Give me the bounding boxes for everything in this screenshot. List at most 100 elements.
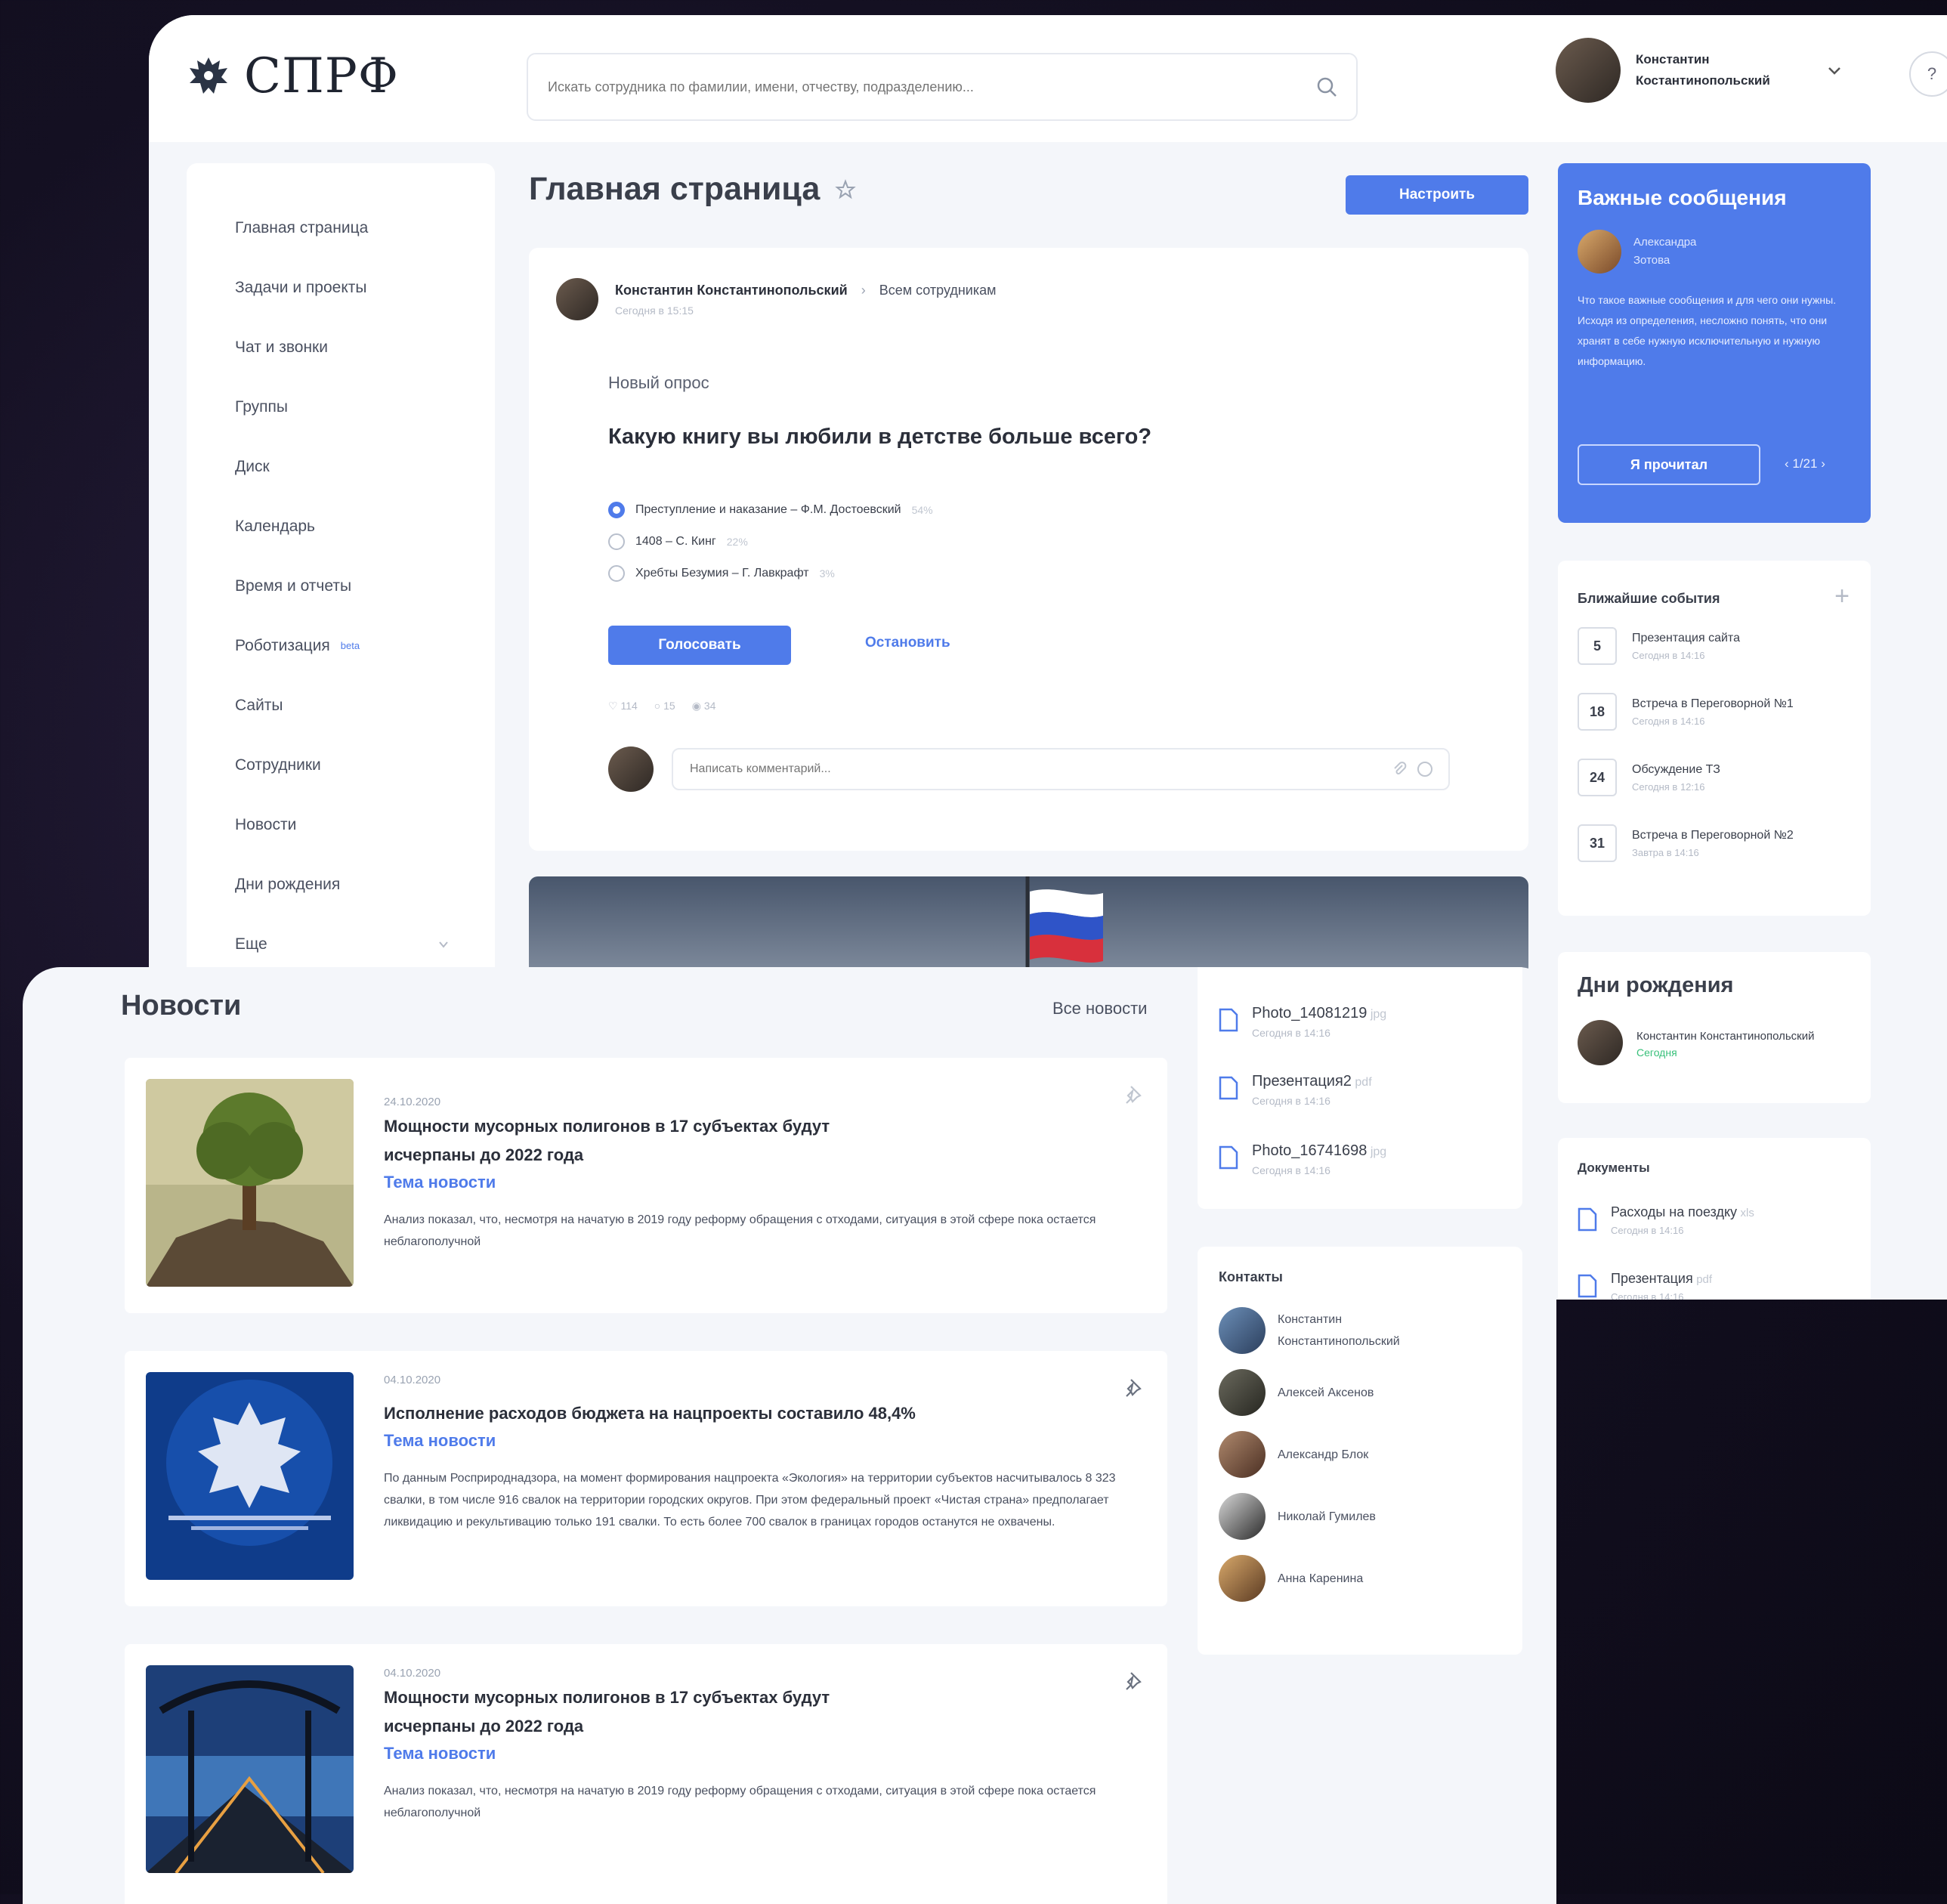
news-headline[interactable]: Мощности мусорных полигонов в 17 субъект… [384, 1683, 898, 1741]
news-image-bridge[interactable] [146, 1665, 354, 1873]
pin-icon[interactable] [1122, 1083, 1146, 1108]
important-pager[interactable]: ‹ 1/21 › [1785, 456, 1825, 471]
news-image-emblem[interactable] [146, 1372, 354, 1580]
chevron-down-icon[interactable] [1825, 60, 1844, 80]
news-item[interactable]: 04.10.2020 Исполнение расходов бюджета н… [125, 1351, 1167, 1606]
all-news-link[interactable]: Все новости [1052, 999, 1147, 1018]
comment-input[interactable] [688, 762, 1391, 777]
star-icon[interactable] [835, 178, 857, 200]
document-time: Сегодня в 14:16 [1611, 1291, 1684, 1300]
sidebar-item-time-reports[interactable]: Время и отчеты [187, 556, 495, 616]
sidebar-item-news[interactable]: Новости [187, 795, 495, 855]
logo[interactable]: СПРФ [185, 48, 399, 104]
file-name: Photo_16741698 [1252, 1142, 1368, 1159]
radio-selected[interactable] [608, 502, 625, 518]
sidebar-item-sites[interactable]: Сайты [187, 675, 495, 735]
poll-option[interactable]: Хребты Безумия – Г. Лавкрафт 3% [608, 558, 933, 589]
likes-count: 114 [620, 700, 638, 712]
document-item[interactable]: Презентация pdf Сегодня в 14:16 [1578, 1271, 1712, 1300]
news-topic[interactable]: Тема новости [384, 1744, 496, 1763]
news-item[interactable]: 24.10.2020 Мощности мусорных полигонов в… [125, 1058, 1167, 1313]
contact-item[interactable]: Анна Каренина [1219, 1555, 1376, 1602]
document-name: Расходы на поездку [1611, 1204, 1738, 1219]
my-avatar [608, 746, 654, 792]
contact-item[interactable]: Константин Константинопольский [1219, 1307, 1451, 1354]
news-topic[interactable]: Тема новости [384, 1173, 496, 1192]
contact-item[interactable]: Алексей Аксенов [1219, 1369, 1376, 1416]
poll-option[interactable]: 1408 – С. Кинг 22% [608, 526, 933, 558]
poll-option-percent: 22% [726, 536, 748, 548]
page-title-text: Главная страница [529, 171, 821, 207]
important-body: Что такое важные сообщения и для чего он… [1578, 294, 1837, 367]
event-day: 5 [1578, 627, 1617, 665]
sidebar-item-chat[interactable]: Чат и звонки [187, 317, 495, 377]
add-icon[interactable]: + [1834, 582, 1850, 611]
important-messages-card: Важные сообщения Александра Зотова Что т… [1558, 163, 1871, 523]
news-image-tree[interactable] [146, 1079, 354, 1287]
news-topic[interactable]: Тема новости [384, 1431, 496, 1451]
sidebar-item-home[interactable]: Главная страница [187, 198, 495, 258]
help-icon[interactable]: ? [1909, 51, 1947, 97]
chevron-right-icon: › [861, 282, 866, 298]
upcoming-events-card: Ближайшие события + 5 Презентация сайта Се… [1558, 561, 1871, 916]
event-item[interactable]: 31 Встреча в Переговорной №2 Завтра в 14:1… [1578, 824, 1794, 862]
emoji-icon[interactable] [1417, 761, 1433, 777]
sidebar-item-label: Новости [235, 815, 297, 833]
sidebar-item-groups[interactable]: Группы [187, 377, 495, 437]
radio[interactable] [608, 533, 625, 550]
user-name: Константин Костантинопольский [1636, 52, 1770, 88]
sidebar-item-label: Сотрудники [235, 756, 321, 774]
poll-option-percent: 54% [911, 504, 933, 516]
sidebar-item-robotization[interactable]: Роботизация beta [187, 616, 495, 675]
user-avatar[interactable] [1556, 38, 1621, 103]
beta-badge: beta [340, 640, 360, 651]
sidebar-item-tasks[interactable]: Задачи и проекты [187, 258, 495, 317]
post-time: Сегодня в 15:15 [615, 304, 694, 317]
post-author[interactable]: Константин Константинопольский [615, 283, 848, 298]
sidebar-item-disk[interactable]: Диск [187, 437, 495, 496]
sidebar-item-more[interactable]: Еще [187, 914, 495, 974]
post-stats: ♡ 114 ○ 15 ◉ 34 [608, 700, 715, 712]
file-item[interactable]: Photo_16741698 jpg Сегодня в 14:16 [1219, 1142, 1386, 1176]
sidebar-item-employees[interactable]: Сотрудники [187, 735, 495, 795]
stop-poll-link[interactable]: Остановить [865, 635, 950, 651]
pin-icon[interactable] [1122, 1377, 1146, 1401]
file-item[interactable]: Photo_14081219 jpg Сегодня в 14:16 [1219, 1005, 1386, 1039]
likes-stat[interactable]: ♡ 114 [608, 700, 638, 712]
document-item[interactable]: Расходы на поездку xls Сегодня в 14:16 [1578, 1204, 1754, 1236]
file-icon [1578, 1274, 1597, 1298]
search-bar[interactable] [527, 53, 1358, 121]
important-sender: Александра Зотова [1578, 230, 1717, 274]
post-audience[interactable]: Всем сотрудникам [879, 283, 997, 298]
birthday-avatar [1578, 1020, 1623, 1065]
contact-item[interactable]: Александр Блок [1219, 1431, 1376, 1478]
contact-item[interactable]: Николай Гумилев [1219, 1493, 1376, 1540]
mark-read-button[interactable]: Я прочитал [1578, 444, 1760, 485]
event-item[interactable]: 24 Обсуждение ТЗ Сегодня в 12:16 [1578, 759, 1720, 796]
birthday-person[interactable]: Константин Константинопольский Сегодня [1578, 1020, 1818, 1065]
news-headline[interactable]: Мощности мусорных полигонов в 17 субъект… [384, 1112, 898, 1170]
comments-stat[interactable]: ○ 15 [654, 700, 675, 712]
event-item[interactable]: 5 Презентация сайта Сегодня в 14:16 [1578, 627, 1740, 665]
author-avatar[interactable] [556, 278, 598, 320]
sidebar-item-birthdays[interactable]: Дни рождения [187, 855, 495, 914]
news-item[interactable]: 04.10.2020 Мощности мусорных полигонов в… [125, 1644, 1167, 1904]
user-menu[interactable]: Константин Костантинопольский [1556, 38, 1844, 103]
poll-option[interactable]: Преступление и наказание – Ф.М. Достоевс… [608, 494, 933, 526]
radio[interactable] [608, 565, 625, 582]
event-item[interactable]: 18 Встреча в Переговорной №1 Сегодня в 14:… [1578, 693, 1794, 731]
news-headline[interactable]: Исполнение расходов бюджета на нацпроект… [384, 1399, 1064, 1428]
search-input[interactable] [546, 78, 1315, 96]
comment-row [608, 746, 1450, 792]
pin-icon[interactable] [1122, 1670, 1146, 1694]
file-item[interactable]: Презентация2 pdf Сегодня в 14:16 [1219, 1073, 1372, 1107]
paperclip-icon[interactable] [1391, 761, 1408, 777]
vote-button[interactable]: Голосовать [608, 626, 791, 665]
comment-box[interactable] [672, 748, 1450, 790]
poll-post-card: Константин Константинопольский › Всем со… [529, 248, 1528, 851]
configure-button[interactable]: Настроить [1346, 175, 1528, 215]
contact-name: Константин Константинопольский [1278, 1313, 1400, 1348]
file-name: Презентация2 [1252, 1073, 1352, 1090]
search-icon[interactable] [1315, 76, 1338, 98]
sidebar-item-calendar[interactable]: Календарь [187, 496, 495, 556]
